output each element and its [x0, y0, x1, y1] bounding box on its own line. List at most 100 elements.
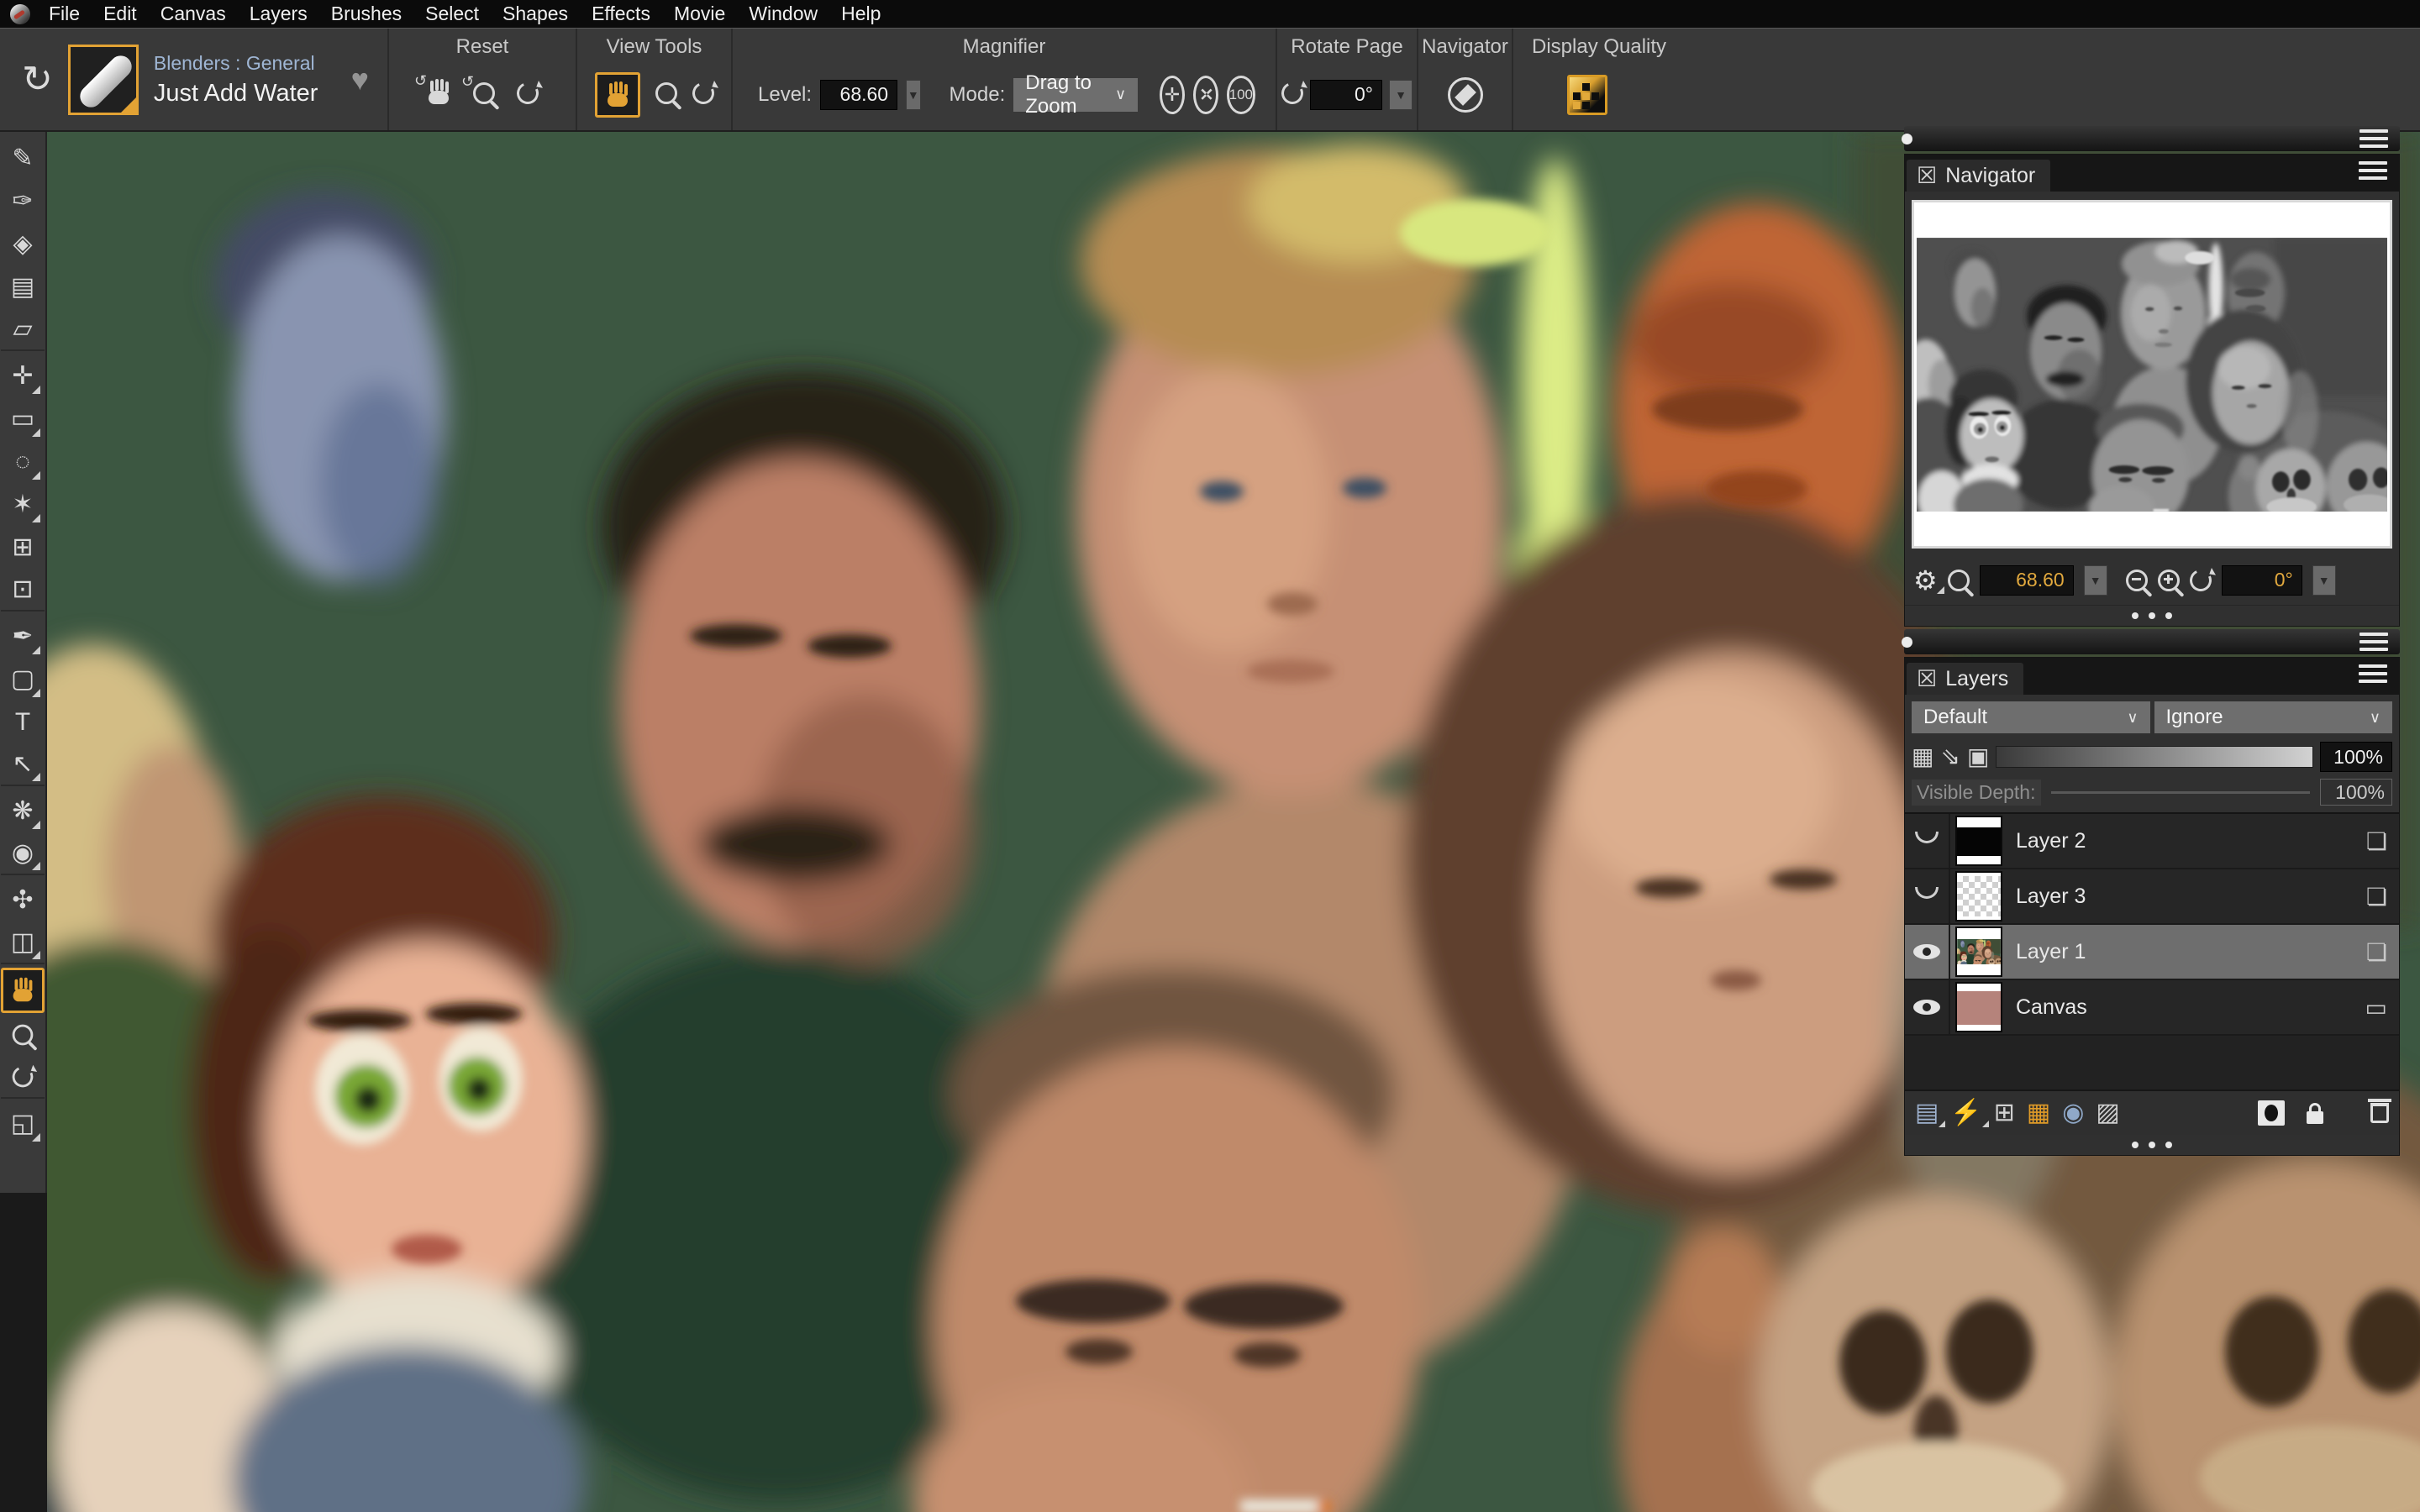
composite-method-select[interactable]: Default ∨ — [1912, 701, 2150, 733]
preserve-transparency-icon[interactable]: ▣ — [1967, 745, 1989, 769]
tool-rotate-page[interactable] — [1, 1056, 45, 1099]
panel-menu-icon[interactable] — [2360, 129, 2388, 148]
menu-item[interactable]: Help — [829, 0, 892, 28]
rotate-icon[interactable] — [2186, 566, 2214, 594]
menu-item[interactable]: Shapes — [491, 0, 580, 28]
reset-rotation-button[interactable] — [517, 81, 539, 109]
tool-magnifier[interactable] — [1, 1013, 45, 1056]
zoom-100-button[interactable]: 100 — [1227, 76, 1255, 114]
tool-shape-selection[interactable]: ↖ — [1, 743, 45, 786]
close-panel-icon[interactable]: ☒ — [1917, 165, 1937, 187]
new-watercolor-layer-icon[interactable]: ▦ — [2027, 1100, 2050, 1126]
dynamic-plugins-icon[interactable]: ⚡ — [1950, 1100, 1981, 1126]
zoom-to-fit-button[interactable]: ✛ — [1160, 76, 1185, 114]
tool-dropper[interactable]: ✑ — [1, 180, 45, 223]
rotate-tool-button[interactable] — [692, 81, 714, 109]
layer-opacity-slider[interactable] — [1996, 746, 2313, 768]
zoom-level-dropdown[interactable]: ▼ — [906, 80, 920, 110]
layer-row-canvas[interactable]: Canvas ▭ — [1905, 980, 2399, 1036]
reset-grabber-button[interactable]: ↺ — [426, 80, 451, 110]
display-quality-toggle[interactable] — [1567, 75, 1607, 115]
tool-crop[interactable]: ⊡ — [1, 569, 45, 612]
rotate-page-button[interactable] — [1281, 81, 1303, 109]
rotation-angle-field[interactable]: 0° — [1310, 80, 1382, 110]
layer-row-layer2[interactable]: Layer 2 ❏ — [1905, 814, 2399, 869]
navigator-settings-icon[interactable]: ⚙ — [1913, 567, 1938, 594]
navigator-rotation-dropdown[interactable]: ▼ — [2312, 565, 2336, 596]
zoom-in-icon[interactable] — [2158, 570, 2180, 591]
tool-cloner[interactable]: ❋ — [1, 790, 45, 832]
panel-menu-icon[interactable] — [2360, 633, 2388, 651]
reset-magnifier-button[interactable]: ↺ — [473, 81, 495, 109]
favorite-brush-icon[interactable]: ♥ — [351, 62, 369, 97]
new-liquid-ink-layer-icon[interactable]: ◉ — [2062, 1100, 2084, 1126]
tool-rectangle-shape[interactable]: ▢ — [1, 658, 45, 701]
delete-layer-icon[interactable] — [2370, 1103, 2389, 1123]
zoom-out-icon[interactable] — [2126, 570, 2148, 591]
new-layer-mask-icon[interactable]: ▨ — [2096, 1100, 2119, 1126]
pick-layer-icon[interactable]: ⇘ — [1940, 745, 1960, 769]
panel-resize-grip[interactable] — [1905, 606, 2399, 626]
new-layer-icon[interactable]: ⊞ — [1994, 1100, 2015, 1126]
menu-item[interactable]: Effects — [580, 0, 662, 28]
rotation-angle-dropdown[interactable]: ▼ — [1389, 80, 1413, 110]
layer-visibility-toggle[interactable] — [1905, 925, 1950, 979]
layer-visibility-toggle[interactable] — [1905, 980, 1950, 1034]
composite-depth-select[interactable]: Ignore ∨ — [2154, 701, 2393, 733]
menu-item[interactable]: Select — [413, 0, 491, 28]
tool-layer-adjuster[interactable]: ✛ — [1, 354, 45, 397]
grabber-tool-button[interactable] — [595, 72, 640, 118]
tool-mirror-painting[interactable]: ✣ — [1, 879, 45, 921]
collapsed-panel-bar[interactable] — [1904, 126, 2400, 151]
layer-visibility-toggle[interactable] — [1905, 814, 1950, 868]
brush-variant-thumbnail[interactable] — [68, 45, 139, 115]
layer-row-layer1[interactable]: Layer 1 ❏ — [1905, 925, 2399, 980]
visible-depth-slider[interactable] — [2051, 791, 2311, 794]
tool-text[interactable]: T — [1, 701, 45, 743]
navigator-compass-icon[interactable] — [1448, 77, 1483, 113]
layer-row-layer3[interactable]: Layer 3 ❏ — [1905, 869, 2399, 925]
tool-gradient[interactable]: ▤ — [1, 265, 45, 308]
collapsed-panel-bar[interactable] — [1904, 629, 2400, 654]
tool-brush[interactable]: ✎ — [1, 137, 45, 180]
zoom-mode-select[interactable]: Drag to Zoom ∨ — [1013, 78, 1138, 112]
panel-resize-grip[interactable] — [1905, 1135, 2399, 1155]
layer-visibility-toggle[interactable] — [1905, 869, 1950, 923]
restore-brush-icon[interactable]: ↻ — [22, 61, 53, 98]
zoom-level-field[interactable]: 68.60 — [820, 80, 897, 110]
menu-item[interactable]: Canvas — [149, 0, 238, 28]
menu-item[interactable]: Layers — [238, 0, 319, 28]
tool-paint-bucket[interactable]: ◈ — [1, 223, 45, 265]
layer-commands-icon[interactable]: ▤ — [1915, 1100, 1939, 1126]
tool-perspective-guides[interactable]: ◫ — [1, 921, 45, 964]
navigator-rotation-field[interactable]: 0° — [2222, 565, 2302, 596]
layer-mask-icon[interactable] — [2258, 1100, 2285, 1126]
panel-options-icon[interactable] — [2359, 161, 2387, 180]
tool-clone-source[interactable]: ◉ — [1, 832, 45, 875]
menu-item[interactable]: File — [37, 0, 92, 28]
menu-item[interactable]: Brushes — [319, 0, 413, 28]
navigator-zoom-dropdown[interactable]: ▼ — [2084, 565, 2107, 596]
layer-opacity-field[interactable]: 100% — [2320, 742, 2392, 772]
tool-lasso[interactable]: ◌ — [1, 440, 45, 483]
tool-selection-adjuster[interactable]: ⊞ — [1, 526, 45, 569]
navigator-preview[interactable] — [1914, 202, 2390, 546]
lock-layer-icon[interactable] — [2307, 1111, 2323, 1124]
magnifier-tool-button[interactable] — [655, 81, 677, 109]
navigator-tab[interactable]: ☒ Navigator — [1907, 160, 2050, 192]
center-canvas-button[interactable]: ✛ — [1193, 76, 1218, 114]
tool-magic-wand[interactable]: ✶ — [1, 483, 45, 526]
tool-grabber-hand[interactable] — [1, 968, 45, 1013]
close-panel-icon[interactable]: ☒ — [1917, 668, 1937, 690]
layers-tab[interactable]: ☒ Layers — [1907, 663, 2023, 695]
lock-transparency-icon[interactable]: ▦ — [1912, 745, 1933, 769]
panel-options-icon[interactable] — [2359, 664, 2387, 683]
tool-eraser[interactable]: ▱ — [1, 308, 45, 351]
visible-depth-field[interactable]: 100% — [2320, 779, 2392, 806]
menu-item[interactable]: Edit — [92, 0, 149, 28]
tool-rectangular-selection[interactable]: ▭ — [1, 397, 45, 440]
menu-item[interactable]: Movie — [662, 0, 737, 28]
tool-canvas-resize[interactable]: ◱ — [1, 1102, 45, 1145]
navigator-zoom-field[interactable]: 68.60 — [1980, 565, 2074, 596]
tool-pen[interactable]: ✒ — [1, 615, 45, 658]
